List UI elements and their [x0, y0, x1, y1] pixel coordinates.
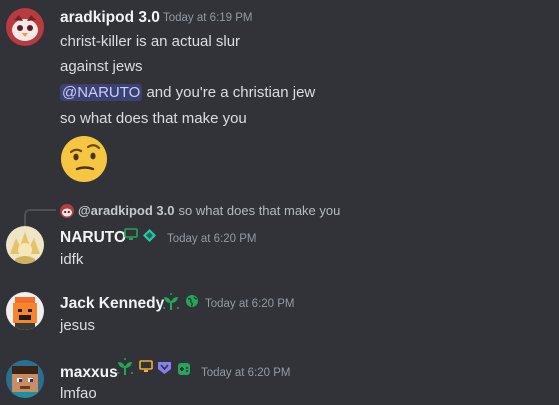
game-controller-icon: [177, 362, 191, 381]
timestamp[interactable]: Today at 6:20 PM: [201, 367, 291, 379]
nitro-gem-icon[interactable]: [142, 228, 157, 248]
username-jack-kennedy[interactable]: Jack Kennedy: [60, 295, 164, 313]
message-text: jesus: [60, 317, 96, 334]
message-text: lmfao: [60, 385, 97, 402]
message-text: and you're a christian jew: [142, 84, 316, 101]
timestamp[interactable]: Today at 6:20 PM: [205, 298, 295, 310]
username-naruto[interactable]: NARUTO: [60, 229, 126, 247]
avatar-jack-kennedy[interactable]: [6, 292, 44, 330]
timestamp[interactable]: Today at 6:19 PM: [163, 12, 253, 24]
sprout-icon[interactable]: [161, 292, 181, 317]
username-aradkipod[interactable]: aradkipod 3.0: [60, 9, 160, 27]
message-line: against jews: [60, 58, 143, 75]
timestamp[interactable]: Today at 6:20 PM: [167, 233, 257, 245]
message-text: idfk: [60, 251, 84, 268]
hypesquad-icon[interactable]: [157, 360, 172, 380]
reply-preview[interactable]: @aradkipod 3.0 so what does that make yo…: [60, 203, 340, 218]
avatar-naruto[interactable]: [6, 226, 44, 264]
message-line-mention: @NARUTO and you're a christian jew: [60, 84, 315, 101]
reply-text: so what does that make you: [178, 203, 341, 218]
avatar-aradkipod[interactable]: [6, 8, 44, 46]
reply-avatar: [60, 203, 74, 218]
thinking-face-emoji-icon[interactable]: [60, 135, 108, 183]
reply-spine: [24, 209, 56, 226]
globe-icon: [185, 294, 199, 313]
message-line: christ-killer is an actual slur: [60, 33, 241, 50]
mention-naruto[interactable]: @NARUTO: [60, 84, 143, 101]
sprout-icon[interactable]: [115, 357, 135, 382]
desktop-icon: [124, 228, 138, 246]
reply-author[interactable]: @aradkipod 3.0: [78, 203, 174, 218]
avatar-maxxus[interactable]: [6, 360, 44, 398]
username-maxxus[interactable]: maxxus: [60, 364, 118, 382]
desktop-icon: [139, 360, 153, 378]
message-line: so what does that make you: [60, 110, 247, 127]
